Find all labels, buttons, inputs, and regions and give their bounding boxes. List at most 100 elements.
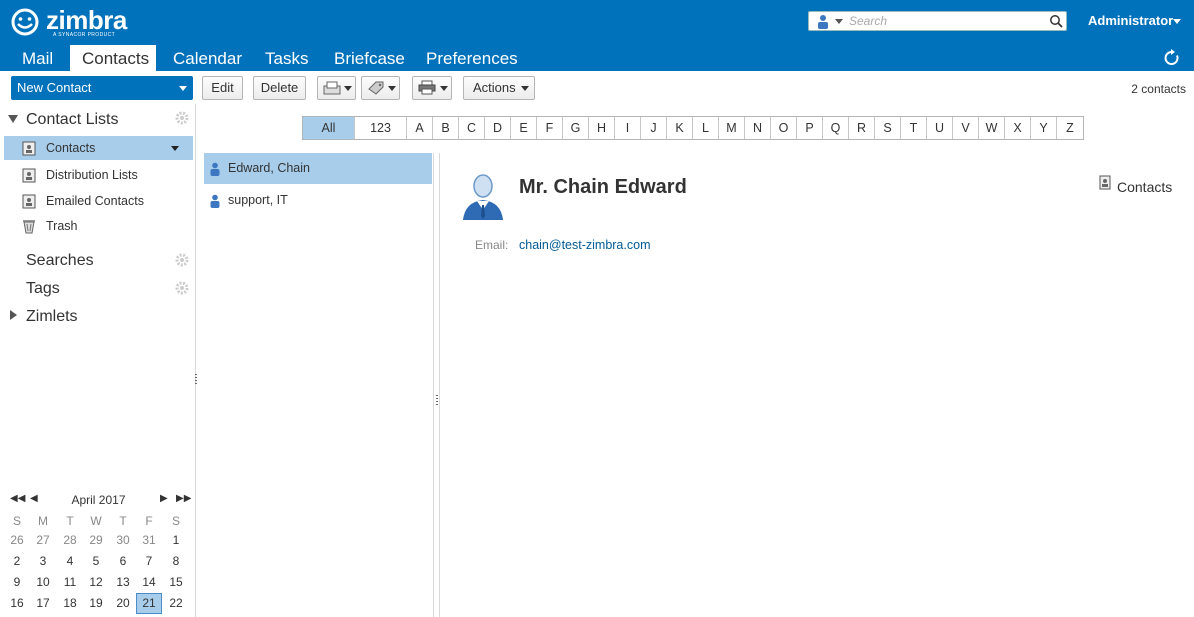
alphabet-filter-a[interactable]: A	[407, 117, 433, 139]
address-book-icon	[22, 141, 36, 156]
alphabet-filter-q[interactable]: Q	[823, 117, 849, 139]
calendar-day[interactable]: 20	[110, 593, 136, 614]
calendar-day[interactable]: 13	[110, 572, 136, 593]
alphabet-filter-123[interactable]: 123	[355, 117, 407, 139]
calendar-day[interactable]: 2	[4, 551, 30, 572]
sidebar-resize-handle[interactable]	[195, 374, 198, 386]
calendar-day[interactable]: 18	[57, 593, 83, 614]
calendar-day[interactable]: 12	[83, 572, 109, 593]
calendar-day[interactable]: 9	[4, 572, 30, 593]
search-input[interactable]	[849, 13, 1045, 29]
user-menu[interactable]: Administrator	[1088, 13, 1173, 28]
alphabet-filter-m[interactable]: M	[719, 117, 745, 139]
alphabet-filter-n[interactable]: N	[745, 117, 771, 139]
tab-tasks[interactable]: Tasks	[253, 45, 320, 71]
alphabet-filter-g[interactable]: G	[563, 117, 589, 139]
tab-mail[interactable]: Mail	[10, 45, 65, 71]
calendar-day-today[interactable]: 21	[136, 593, 162, 614]
edit-button[interactable]: Edit	[202, 76, 243, 100]
calendar-day[interactable]: 31	[136, 530, 162, 551]
alphabet-filter-w[interactable]: W	[979, 117, 1005, 139]
alphabet-filter-b[interactable]: B	[433, 117, 459, 139]
alphabet-filter-t[interactable]: T	[901, 117, 927, 139]
calendar-day[interactable]: 1	[163, 530, 189, 551]
gear-icon[interactable]	[175, 281, 189, 295]
alphabet-filter-c[interactable]: C	[459, 117, 485, 139]
alphabet-filter-i[interactable]: I	[615, 117, 641, 139]
searches-header[interactable]: Searches	[26, 252, 94, 270]
sidebar-item-trash[interactable]: Trash	[4, 214, 193, 238]
calendar-day[interactable]: 22	[163, 593, 189, 614]
alphabet-filter-u[interactable]: U	[927, 117, 953, 139]
chevron-down-icon[interactable]	[1173, 19, 1181, 24]
gear-icon[interactable]	[175, 253, 189, 267]
alphabet-filter-v[interactable]: V	[953, 117, 979, 139]
calendar-day[interactable]: 17	[30, 593, 56, 614]
tab-preferences[interactable]: Preferences	[414, 45, 530, 71]
calendar-day[interactable]: 7	[136, 551, 162, 572]
refresh-icon[interactable]	[1163, 49, 1181, 67]
calendar-day[interactable]: 27	[30, 530, 56, 551]
alphabet-filter-k[interactable]: K	[667, 117, 693, 139]
tab-contacts[interactable]: Contacts	[70, 45, 156, 71]
chevron-down-icon[interactable]	[179, 86, 187, 91]
calendar-day[interactable]: 11	[57, 572, 83, 593]
calendar-day[interactable]: 14	[136, 572, 162, 593]
calendar-day[interactable]: 26	[4, 530, 30, 551]
alphabet-filter-all[interactable]: All	[303, 117, 355, 139]
tab-calendar[interactable]: Calendar	[161, 45, 254, 71]
list-item[interactable]: support, IT	[204, 185, 432, 216]
new-contact-button[interactable]: New Contact	[11, 76, 193, 100]
calendar-day[interactable]: 4	[57, 551, 83, 572]
calendar-day[interactable]: 5	[83, 551, 109, 572]
search-type-dropdown[interactable]	[815, 14, 845, 29]
alphabet-filter-z[interactable]: Z	[1057, 117, 1083, 139]
alphabet-filter-h[interactable]: H	[589, 117, 615, 139]
print-button[interactable]	[412, 76, 452, 100]
collapse-triangle-icon[interactable]	[8, 115, 18, 123]
sidebar-item-contacts[interactable]: Contacts	[4, 136, 193, 160]
expand-triangle-icon[interactable]	[10, 310, 17, 320]
calendar-day[interactable]: 30	[110, 530, 136, 551]
search-icon[interactable]	[1049, 14, 1063, 28]
calendar-day[interactable]: 10	[30, 572, 56, 593]
alphabet-filter-y[interactable]: Y	[1031, 117, 1057, 139]
alphabet-filter-e[interactable]: E	[511, 117, 537, 139]
sidebar-item-emailed-contacts[interactable]: Emailed Contacts	[4, 189, 193, 213]
alphabet-filter-j[interactable]: J	[641, 117, 667, 139]
alphabet-filter-s[interactable]: S	[875, 117, 901, 139]
tags-header[interactable]: Tags	[26, 280, 60, 298]
alphabet-filter-r[interactable]: R	[849, 117, 875, 139]
alphabet-filter-o[interactable]: O	[771, 117, 797, 139]
calendar-day[interactable]: 19	[83, 593, 109, 614]
calendar-day[interactable]: 16	[4, 593, 30, 614]
alphabet-filter-p[interactable]: P	[797, 117, 823, 139]
alphabet-filter-l[interactable]: L	[693, 117, 719, 139]
alphabet-filter-f[interactable]: F	[537, 117, 563, 139]
contact-name: Edward, Chain	[228, 161, 310, 175]
alphabet-filter-x[interactable]: X	[1005, 117, 1031, 139]
email-link[interactable]: chain@test-zimbra.com	[519, 238, 650, 252]
sidebar-item-distribution-lists[interactable]: Distribution Lists	[4, 163, 193, 187]
zimlets-header[interactable]: Zimlets	[26, 308, 78, 326]
tag-button[interactable]	[361, 76, 400, 100]
chevron-down-icon[interactable]	[171, 146, 179, 151]
tab-briefcase[interactable]: Briefcase	[322, 45, 417, 71]
actions-button[interactable]: Actions	[463, 76, 535, 100]
gear-icon[interactable]	[175, 111, 189, 125]
list-resize-handle[interactable]	[436, 395, 439, 407]
next-year-icon[interactable]: ▶▶	[176, 493, 191, 504]
zimbra-logo[interactable]: zimbra A SYNACOR PRODUCT	[6, 5, 130, 38]
list-item[interactable]: Edward, Chain	[204, 153, 432, 184]
move-button[interactable]	[317, 76, 356, 100]
calendar-day[interactable]: 6	[110, 551, 136, 572]
calendar-day[interactable]: 3	[30, 551, 56, 572]
delete-button[interactable]: Delete	[253, 76, 306, 100]
contact-lists-header[interactable]: Contact Lists	[26, 111, 118, 129]
alphabet-filter-d[interactable]: D	[485, 117, 511, 139]
next-month-icon[interactable]: ▶	[160, 493, 168, 504]
calendar-day[interactable]: 28	[57, 530, 83, 551]
calendar-day[interactable]: 8	[163, 551, 189, 572]
calendar-day[interactable]: 29	[83, 530, 109, 551]
calendar-day[interactable]: 15	[163, 572, 189, 593]
